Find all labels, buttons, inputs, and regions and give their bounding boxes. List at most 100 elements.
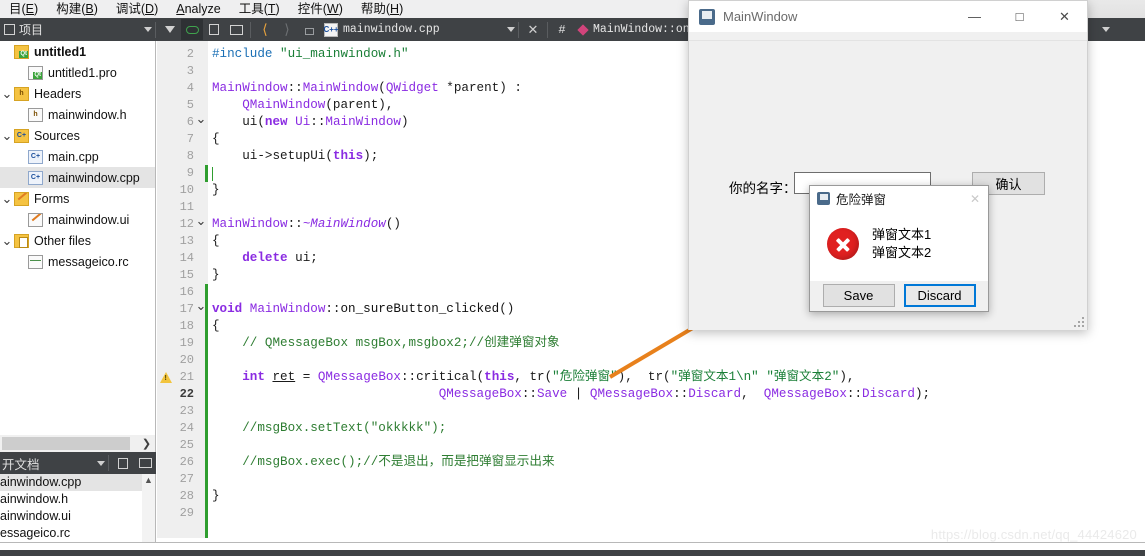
- code-line-14[interactable]: delete ui;: [212, 250, 318, 267]
- bottom-strip: [0, 542, 1145, 550]
- tree-item-9[interactable]: ⌄ Other files: [0, 230, 155, 251]
- project-tree[interactable]: untitled1 untitled1.pro ⌄hHeaders h mainwind…: [0, 41, 156, 441]
- close-file-button[interactable]: ✕: [522, 19, 544, 40]
- tree-item-1[interactable]: untitled1.pro: [0, 62, 155, 83]
- filter-button[interactable]: [159, 19, 181, 40]
- code-line-2[interactable]: #include "ui_mainwindow.h": [212, 46, 409, 63]
- tree-item-7[interactable]: ⌄ Forms: [0, 188, 155, 209]
- discard-button[interactable]: Discard: [903, 284, 976, 307]
- code-line-26[interactable]: //msgBox.exec();//不是退出，而是把弹窗显示出来: [212, 454, 554, 471]
- scroll-right-button[interactable]: ❯: [138, 435, 155, 452]
- menu-item-0[interactable]: 目(E): [0, 0, 47, 18]
- open-file-selector[interactable]: C++ mainwindow.cpp: [320, 22, 515, 37]
- line-number-11: 11: [179, 200, 194, 214]
- project-selector[interactable]: 项目: [0, 21, 152, 38]
- expand-chevron-icon[interactable]: ⌄: [0, 87, 14, 100]
- close-button[interactable]: ✕: [1042, 1, 1087, 32]
- open-document-1[interactable]: ainwindow.h: [0, 491, 155, 508]
- warning-icon[interactable]: [160, 372, 172, 383]
- docpanel-minimize-button[interactable]: [134, 453, 156, 474]
- code-line-13[interactable]: {: [212, 233, 220, 250]
- open-document-2[interactable]: ainwindow.ui: [0, 508, 155, 525]
- line-number-26: 26: [179, 455, 194, 469]
- minimize-button[interactable]: —: [952, 1, 997, 32]
- code-line-15[interactable]: }: [212, 267, 220, 284]
- code-line-28[interactable]: }: [212, 488, 220, 505]
- open-document-3[interactable]: essageico.rc: [0, 525, 155, 542]
- code-line-10[interactable]: }: [212, 182, 220, 199]
- menu-item-4[interactable]: 工具(T): [230, 0, 289, 18]
- menu-item-1[interactable]: 构建(B): [47, 0, 107, 18]
- maximize-button[interactable]: □: [997, 1, 1042, 32]
- open-documents-scrollbar[interactable]: ▲: [142, 474, 155, 542]
- code-line-8[interactable]: ui->setupUi(this);: [212, 148, 378, 165]
- tree-item-6[interactable]: C+ mainwindow.cpp: [0, 167, 155, 188]
- message-box-dialog[interactable]: 危险弹窗 ✕ 弹窗文本1 弹窗文本2 Save Discard: [809, 185, 989, 312]
- line-number-19: 19: [179, 336, 194, 350]
- minimize-pane-button[interactable]: [225, 19, 247, 40]
- lock-toggle-button[interactable]: [298, 19, 320, 40]
- messagebox-content: 弹窗文本1 弹窗文本2: [810, 211, 988, 281]
- split-view-button[interactable]: [203, 19, 225, 40]
- code-line-17[interactable]: void MainWindow::on_sureButton_clicked(): [212, 301, 514, 318]
- bottom-toolbar: [0, 550, 1145, 556]
- fold-toggle-12[interactable]: ⌄: [195, 214, 207, 227]
- tree-item-4[interactable]: ⌄ C+ Sources: [0, 125, 155, 146]
- navigate-forward-button[interactable]: ⟩: [276, 19, 298, 40]
- docpanel-split-button[interactable]: [112, 453, 134, 474]
- tree-item-8[interactable]: mainwindow.ui: [0, 209, 155, 230]
- tree-item-0[interactable]: untitled1: [0, 41, 155, 62]
- tree-item-label: untitled1.pro: [48, 65, 117, 80]
- tree-item-10[interactable]: messageico.rc: [0, 251, 155, 272]
- tree-item-label: mainwindow.h: [48, 107, 127, 122]
- open-documents-list[interactable]: ▲ ainwindow.cpp ainwindow.h ainwindow.ui es…: [0, 474, 156, 542]
- tree-item-label: main.cpp: [48, 149, 99, 164]
- code-line-21[interactable]: int ret = QMessageBox::critical(this, tr…: [212, 369, 854, 386]
- open-document-0[interactable]: ainwindow.cpp: [0, 474, 155, 491]
- toolbar-right-overflow[interactable]: [1088, 18, 1145, 41]
- tree-item-3[interactable]: h mainwindow.h: [0, 104, 155, 125]
- header-file-icon: h: [28, 107, 43, 122]
- code-line-22[interactable]: QMessageBox::Save | QMessageBox::Discard…: [212, 386, 930, 403]
- project-tree-hscrollbar[interactable]: ❯: [0, 435, 156, 452]
- code-line-7[interactable]: {: [212, 131, 220, 148]
- menu-item-5[interactable]: 控件(W): [289, 0, 352, 18]
- code-line-24[interactable]: //msgBox.setText("okkkkk");: [212, 420, 446, 437]
- size-grip[interactable]: [1074, 317, 1084, 327]
- menu-item-6[interactable]: 帮助(H): [352, 0, 412, 18]
- scroll-up-button[interactable]: ▲: [142, 474, 155, 487]
- mainwindow-titlebar[interactable]: MainWindow — □ ✕: [689, 1, 1087, 32]
- mainwindow-title: MainWindow: [723, 9, 798, 24]
- code-line-6[interactable]: ui(new Ui::MainWindow): [212, 114, 408, 131]
- open-file-label: mainwindow.cpp: [343, 23, 440, 36]
- menu-item-3[interactable]: Analyze: [167, 0, 229, 18]
- tree-item-2[interactable]: ⌄ h Headers: [0, 83, 155, 104]
- tree-item-5[interactable]: C+ main.cpp: [0, 146, 155, 167]
- expand-chevron-icon[interactable]: ⌄: [0, 192, 14, 205]
- editor-gutter: 23456⌄789101112⌄1314151617⌄1819202122232…: [157, 41, 208, 538]
- messagebox-titlebar[interactable]: 危险弹窗 ✕: [810, 186, 988, 211]
- line-number-16: 16: [179, 285, 194, 299]
- code-line-4[interactable]: MainWindow::MainWindow(QWidget *parent) …: [212, 80, 522, 97]
- tree-item-label: Forms: [34, 191, 70, 206]
- tree-item-label: untitled1: [34, 44, 87, 59]
- code-line-12[interactable]: MainWindow::~MainWindow(): [212, 216, 401, 233]
- navigate-back-button[interactable]: ⟨: [254, 19, 276, 40]
- tree-item-label: mainwindow.cpp: [48, 170, 140, 185]
- line-number-13: 13: [179, 234, 194, 248]
- line-column-button[interactable]: #: [551, 19, 573, 40]
- fold-toggle-6[interactable]: ⌄: [195, 112, 207, 125]
- chevron-down-icon-docs[interactable]: [97, 460, 105, 466]
- menu-item-2[interactable]: 调试(D): [107, 0, 167, 18]
- line-number-3: 3: [186, 64, 194, 78]
- tree-item-label: Headers: [34, 86, 82, 101]
- link-with-editor-button[interactable]: [181, 19, 203, 40]
- code-line-18[interactable]: {: [212, 318, 220, 335]
- expand-chevron-icon[interactable]: ⌄: [0, 129, 14, 142]
- expand-chevron-icon[interactable]: ⌄: [0, 234, 14, 247]
- save-button[interactable]: Save: [822, 284, 895, 307]
- scrollbar-thumb[interactable]: [2, 437, 130, 450]
- code-line-5[interactable]: QMainWindow(parent),: [212, 97, 393, 114]
- code-line-19[interactable]: // QMessageBox msgBox,msgbox2;//创建弹窗对象: [212, 335, 559, 352]
- messagebox-close-button[interactable]: ✕: [962, 186, 988, 211]
